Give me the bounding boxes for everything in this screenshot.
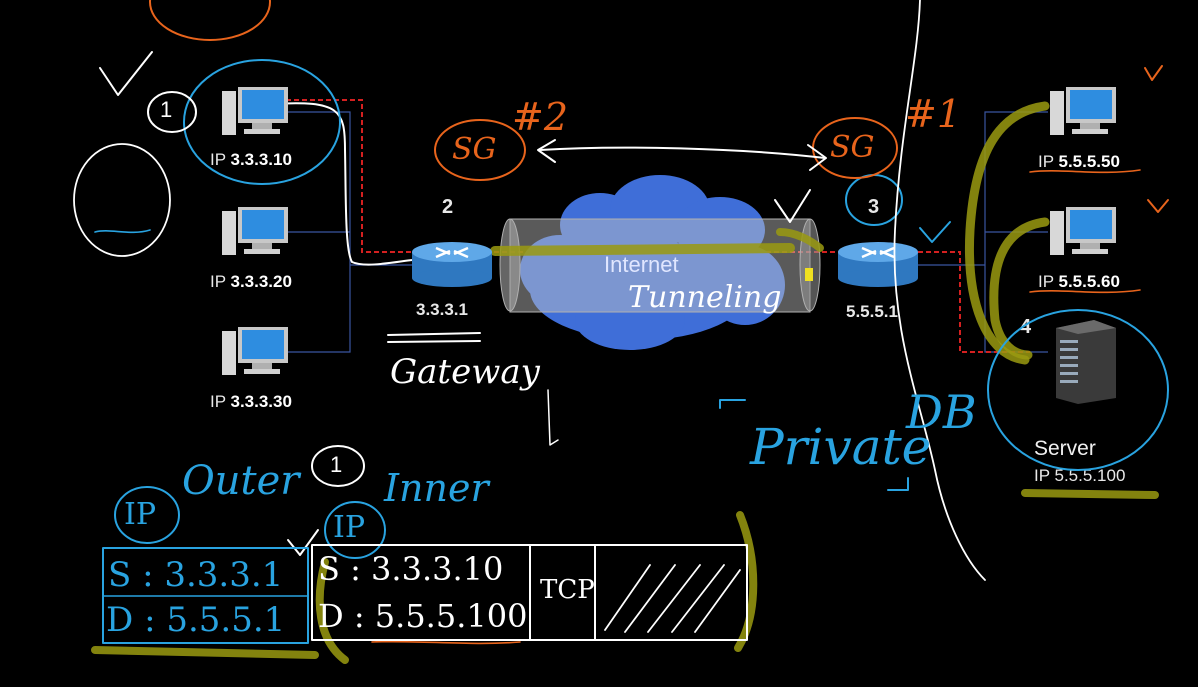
inner-label: Inner [384,466,489,510]
diagram-canvas: Internet IP 3.3.3.10 IP 3.3.3.20 IP 3.3.… [0,0,1198,687]
sg-left-number: #2 [512,95,569,139]
sg-right-label: SG [830,130,875,165]
db-label: DB [906,385,977,439]
outer-label: Outer [182,458,300,504]
outer-source-ip: S : 3.3.3.1 [108,555,284,595]
inner-destination-ip: D : 5.5.5.100 [318,597,528,635]
inner-ip-label: IP [333,510,366,545]
tcp-label: TCP [540,575,595,605]
inner-source-ip: S : 3.3.3.10 [318,550,504,588]
private-label: Private [750,418,932,476]
tunneling-label: Tunneling [628,280,782,315]
step-one-label: 1 [330,452,343,477]
sg-right-number: #1 [905,92,962,136]
step-one-label: 1 [160,97,173,122]
outer-destination-ip: D : 5.5.5.1 [106,600,286,640]
sg-left-label: SG [452,132,497,167]
outer-ip-label: IP [124,497,157,532]
gateway-label: Gateway [390,352,540,392]
